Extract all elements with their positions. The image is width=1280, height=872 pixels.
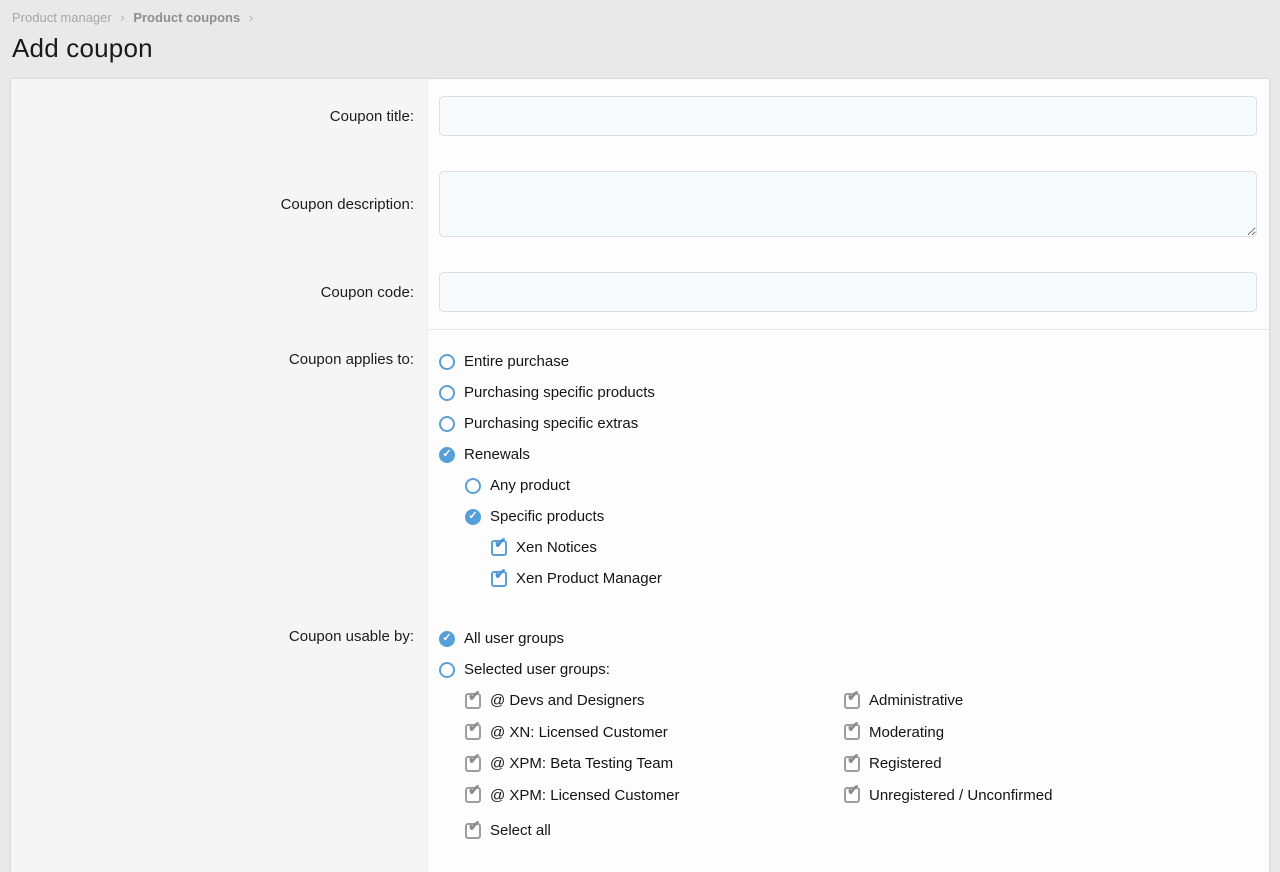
checkbox-xen-product-manager[interactable]: Xen Product Manager — [439, 563, 1257, 594]
radio-selected-user-groups[interactable]: Selected user groups: — [439, 654, 1257, 685]
option-label: @ XPM: Beta Testing Team — [490, 755, 673, 772]
checkbox-checked-disabled-icon — [465, 756, 481, 772]
coupon-description-textarea[interactable] — [439, 171, 1257, 237]
checkbox-checked-disabled-icon — [465, 823, 481, 839]
coupon-code-label: Coupon code: — [11, 272, 428, 312]
checkbox-registered[interactable]: Registered — [844, 748, 1257, 779]
coupon-description-cell — [428, 171, 1269, 237]
checkbox-checked-disabled-icon — [844, 693, 860, 709]
option-label: Xen Product Manager — [516, 570, 662, 587]
radio-unchecked-icon — [439, 416, 455, 432]
radio-renewals[interactable]: Renewals — [439, 439, 1257, 470]
checkbox-select-all[interactable]: Select all — [439, 815, 1257, 846]
chevron-right-icon: › — [249, 10, 253, 25]
radio-unchecked-icon — [439, 385, 455, 401]
option-label: Purchasing specific products — [464, 384, 655, 401]
option-label: Select all — [490, 822, 551, 839]
checkbox-checked-icon — [491, 571, 507, 587]
user-groups-grid: @ Devs and Designers @ XN: Licensed Cust… — [439, 685, 1257, 811]
option-label: Any product — [490, 477, 570, 494]
option-label: @ XPM: Licensed Customer — [490, 787, 679, 804]
checkbox-checked-icon — [491, 540, 507, 556]
checkbox-checked-disabled-icon — [465, 787, 481, 803]
option-label: Specific products — [490, 508, 604, 525]
checkbox-moderating[interactable]: Moderating — [844, 717, 1257, 748]
checkbox-administrative[interactable]: Administrative — [844, 685, 1257, 716]
radio-purchasing-specific-products[interactable]: Purchasing specific products — [439, 377, 1257, 408]
option-label: Moderating — [869, 724, 944, 741]
checkbox-xen-notices[interactable]: Xen Notices — [439, 532, 1257, 563]
checkbox-checked-disabled-icon — [844, 787, 860, 803]
radio-checked-icon — [465, 509, 481, 525]
option-label: Purchasing specific extras — [464, 415, 638, 432]
coupon-title-cell — [428, 96, 1269, 136]
radio-unchecked-icon — [465, 478, 481, 494]
coupon-usable-by-label: Coupon usable by: — [11, 623, 428, 846]
coupon-usable-by-section: Coupon usable by: All user groups Select… — [11, 623, 1269, 846]
checkbox-xn-licensed-customer[interactable]: @ XN: Licensed Customer — [439, 717, 844, 748]
option-label: All user groups — [464, 630, 564, 647]
radio-any-product[interactable]: Any product — [439, 470, 1257, 501]
radio-purchasing-specific-extras[interactable]: Purchasing specific extras — [439, 408, 1257, 439]
option-label: Administrative — [869, 692, 963, 709]
coupon-code-row: Coupon code: — [11, 272, 1269, 312]
checkbox-checked-disabled-icon — [465, 693, 481, 709]
checkbox-unregistered-unconfirmed[interactable]: Unregistered / Unconfirmed — [844, 780, 1257, 811]
option-label: Entire purchase — [464, 353, 569, 370]
coupon-applies-to-label: Coupon applies to: — [11, 346, 428, 594]
radio-unchecked-icon — [439, 354, 455, 370]
page: Product manager › Product coupons › Add … — [0, 0, 1280, 872]
page-title: Add coupon — [10, 31, 1270, 78]
breadcrumb: Product manager › Product coupons › — [10, 8, 1270, 31]
radio-entire-purchase[interactable]: Entire purchase — [439, 346, 1257, 377]
radio-all-user-groups[interactable]: All user groups — [439, 623, 1257, 654]
chevron-right-icon: › — [120, 10, 124, 25]
option-label: Registered — [869, 755, 942, 772]
section-divider — [429, 329, 1269, 330]
add-coupon-form: Coupon title: Coupon description: Coupon… — [10, 78, 1270, 872]
applies-to-options: Entire purchase Purchasing specific prod… — [428, 346, 1269, 594]
radio-unchecked-icon — [439, 662, 455, 678]
coupon-code-input[interactable] — [439, 272, 1257, 312]
coupon-title-input[interactable] — [439, 96, 1257, 136]
radio-specific-products[interactable]: Specific products — [439, 501, 1257, 532]
coupon-description-row: Coupon description: — [11, 171, 1269, 237]
coupon-title-label: Coupon title: — [11, 96, 428, 136]
option-label: Selected user groups: — [464, 661, 610, 678]
checkbox-xpm-beta-testing-team[interactable]: @ XPM: Beta Testing Team — [439, 748, 844, 779]
coupon-description-label: Coupon description: — [11, 171, 428, 237]
coupon-title-row: Coupon title: — [11, 96, 1269, 136]
checkbox-devs-and-designers[interactable]: @ Devs and Designers — [439, 685, 844, 716]
breadcrumb-item-product-manager[interactable]: Product manager — [12, 10, 112, 25]
checkbox-checked-disabled-icon — [844, 756, 860, 772]
option-label: Renewals — [464, 446, 530, 463]
option-label: @ Devs and Designers — [490, 692, 644, 709]
coupon-code-cell — [428, 272, 1269, 312]
radio-checked-icon — [439, 447, 455, 463]
option-label: @ XN: Licensed Customer — [490, 724, 668, 741]
checkbox-checked-disabled-icon — [465, 724, 481, 740]
coupon-applies-to-section: Coupon applies to: Entire purchase Purch… — [11, 346, 1269, 594]
option-label: Xen Notices — [516, 539, 597, 556]
checkbox-checked-disabled-icon — [844, 724, 860, 740]
radio-checked-icon — [439, 631, 455, 647]
usable-by-options: All user groups Selected user groups: @ … — [428, 623, 1269, 846]
breadcrumb-item-product-coupons[interactable]: Product coupons — [133, 10, 240, 25]
checkbox-xpm-licensed-customer[interactable]: @ XPM: Licensed Customer — [439, 780, 844, 811]
option-label: Unregistered / Unconfirmed — [869, 787, 1052, 804]
